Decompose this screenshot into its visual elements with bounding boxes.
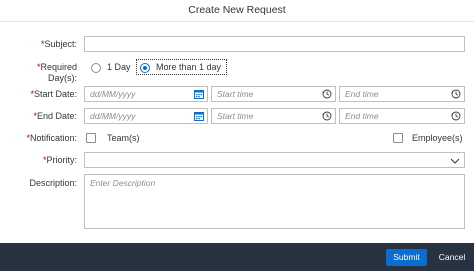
radio-1-day[interactable]	[91, 63, 101, 73]
radio-more-than-1-day[interactable]	[140, 63, 150, 73]
clock-icon[interactable]	[322, 89, 332, 99]
cancel-button[interactable]: Cancel	[434, 249, 470, 266]
required-days-label-line2: Day(s):	[48, 73, 77, 83]
clock-icon[interactable]	[322, 111, 332, 121]
radio-1-day-label[interactable]: 1 Day	[107, 62, 131, 72]
radio-more-than-1-day-label[interactable]: More than 1 day	[156, 62, 221, 72]
submit-button[interactable]: Submit	[386, 249, 427, 266]
description-label: Description:	[29, 178, 77, 188]
calendar-icon[interactable]	[194, 111, 204, 121]
end-date-input[interactable]: dd/MM/yyyy	[84, 108, 208, 124]
team-checkbox-label[interactable]: Team(s)	[107, 133, 140, 143]
end-date-label: *End Date:	[33, 111, 77, 121]
end-date-end-time-input[interactable]: End time	[339, 108, 465, 124]
required-days-label: *Required	[36, 62, 77, 72]
start-date-start-time-input[interactable]: Start time	[211, 86, 336, 102]
clock-icon[interactable]	[451, 111, 461, 121]
start-date-end-time-input[interactable]: End time	[339, 86, 465, 102]
start-date-label: *Start Date:	[30, 89, 77, 99]
subject-label: *Subject:	[40, 39, 77, 49]
end-date-start-time-input[interactable]: Start time	[211, 108, 336, 124]
team-checkbox[interactable]	[86, 133, 96, 143]
clock-icon[interactable]	[451, 89, 461, 99]
calendar-icon[interactable]	[194, 89, 204, 99]
subject-input[interactable]	[84, 36, 465, 52]
priority-select[interactable]	[84, 152, 465, 168]
priority-label: *Priority:	[42, 155, 77, 165]
employee-checkbox[interactable]	[393, 133, 403, 143]
dialog-header: Create New Request	[0, 0, 474, 22]
chevron-down-icon[interactable]	[450, 156, 460, 166]
start-date-input[interactable]: dd/MM/yyyy	[84, 86, 208, 102]
notification-label: *Notification:	[26, 133, 77, 143]
dialog-title: Create New Request	[188, 4, 286, 16]
employee-checkbox-label[interactable]: Employee(s)	[412, 133, 463, 143]
description-textarea[interactable]: Enter Description	[84, 174, 465, 229]
